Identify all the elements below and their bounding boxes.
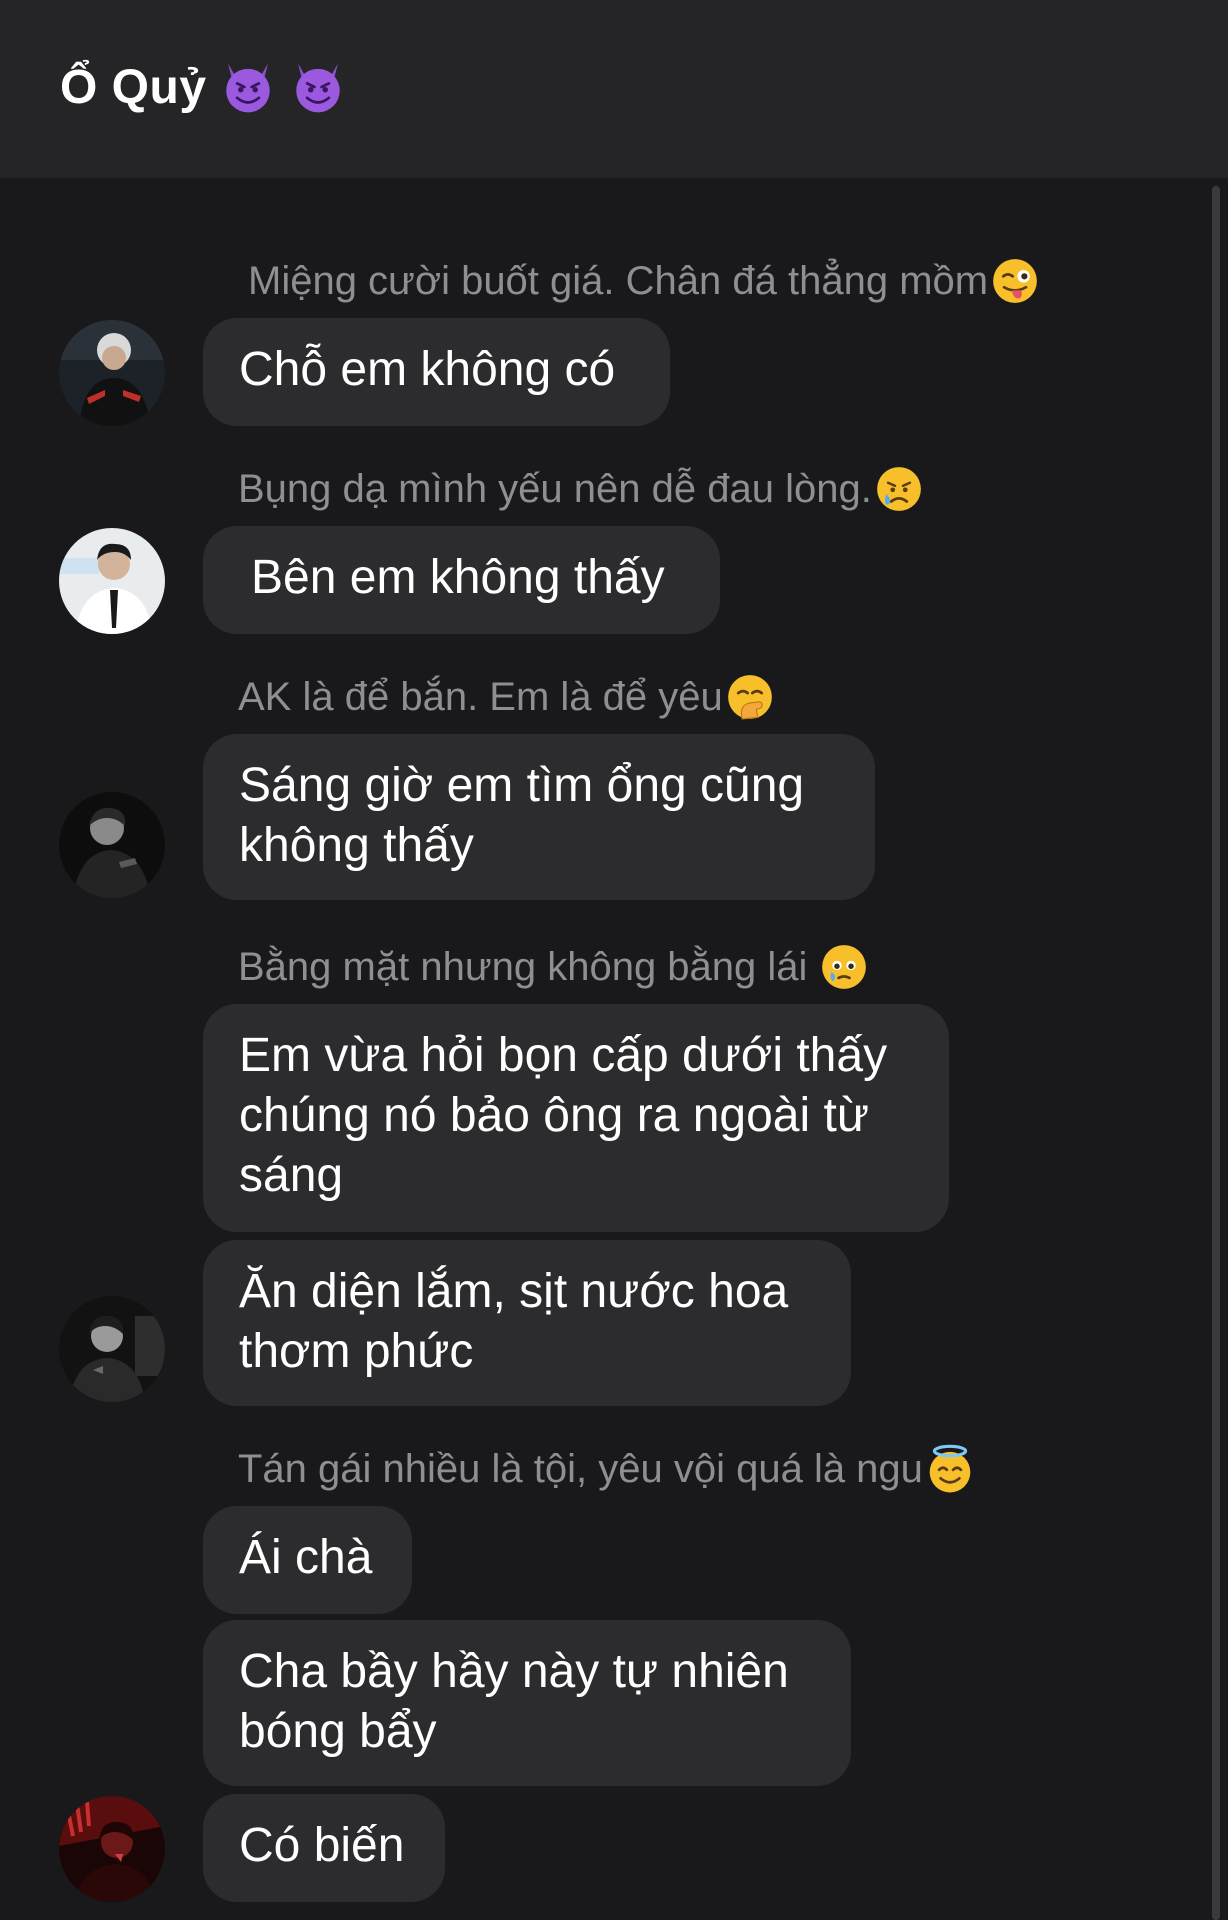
sender-nickname: Bằng mặt nhưng không bằng lái	[238, 942, 869, 992]
message-bubble[interactable]: Chỗ em không có	[203, 318, 670, 426]
message-bubble[interactable]: Em vừa hỏi bọn cấp dưới thấy chúng nó bả…	[203, 1004, 949, 1232]
sender-nickname: Bụng dạ mình yếu nên dễ đau lòng.	[238, 464, 924, 514]
message-bubble[interactable]: Sáng giờ em tìm ổng cũng không thấy	[203, 734, 875, 900]
sender-nickname: Miệng cười buốt giá. Chân đá thẳng mồm	[248, 256, 1040, 306]
smiling-face-with-halo-icon	[929, 1444, 971, 1493]
avatar[interactable]	[59, 792, 165, 898]
group-name: Ổ Quỷ	[60, 60, 207, 114]
smiling-devil-icon	[225, 63, 270, 113]
avatar[interactable]	[59, 320, 165, 426]
message-list: Miệng cười buốt giá. Chân đá thẳng mồm C…	[0, 178, 1228, 1920]
chat-header: Ổ Quỷ	[0, 0, 1228, 178]
message-bubble[interactable]: Cha bầy hầy này tự nhiên bóng bẩy	[203, 1620, 851, 1786]
sender-nickname: Tán gái nhiều là tội, yêu vội quá là ngu	[238, 1444, 975, 1494]
message-bubble[interactable]: Ái chà	[203, 1506, 412, 1614]
chat-screen: Ổ Quỷ Miệng cười buốt giá. Chân đá thẳng…	[0, 0, 1228, 1920]
message-bubble[interactable]: Bên em không thấy	[203, 526, 720, 634]
holding-back-tears-face-icon	[822, 945, 867, 989]
avatar[interactable]	[59, 1296, 165, 1402]
sender-nickname: AK là để bắn. Em là để yêu	[238, 672, 775, 722]
message-bubble[interactable]: Ăn diện lắm, sịt nước hoa thơm phức	[203, 1240, 851, 1406]
message-bubble[interactable]: Có biến	[203, 1794, 445, 1902]
avatar[interactable]	[59, 528, 165, 634]
avatar[interactable]	[59, 1796, 165, 1902]
smiling-devil-icon	[295, 63, 340, 113]
crying-face-icon	[876, 467, 921, 511]
group-title[interactable]: Ổ Quỷ	[60, 58, 347, 116]
hand-over-mouth-face-icon	[727, 675, 772, 720]
winking-tongue-face-icon	[993, 259, 1037, 303]
